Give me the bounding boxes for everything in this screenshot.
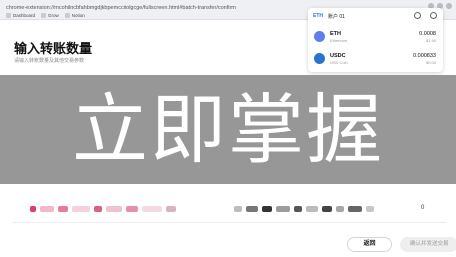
redacted-block [306,206,318,212]
token-symbol: ETH [330,31,341,37]
token-symbol: USDC [330,53,346,59]
wallet-header: ETH 账户 01 [308,8,443,24]
token-amount: 0.000833 [413,53,436,59]
redacted-block [142,206,162,212]
redacted-block [294,206,302,212]
bookmark-item[interactable]: Grow [41,12,59,18]
token-amount: 0.0008 [419,31,436,37]
token-name: Ethereum [330,38,348,43]
bookmark-icon [64,12,70,18]
network-selector[interactable]: ETH [313,13,323,19]
link-icon[interactable] [430,12,437,19]
profile-icon[interactable] [446,3,452,9]
token-row-usdc[interactable]: USDC USD Coin 0.000833 $0.00 [312,49,439,69]
redacted-block [336,206,344,212]
redacted-block [166,206,176,212]
redacted-block [348,206,362,212]
overlay-banner: 立即掌握 [0,75,456,184]
redacted-block [40,206,54,212]
redacted-block [30,206,36,212]
bookmark-icon [6,12,11,18]
redacted-block [126,206,138,212]
wallet-popup: ETH 账户 01 ETH Ethereum 0.0008 $1.90 USDC… [308,8,443,72]
token-usd-value: $0.00 [425,60,436,65]
table-row [20,204,430,214]
redacted-block [276,206,290,212]
redacted-block [234,206,242,212]
redacted-block [322,206,332,212]
bookmark-item[interactable]: Notion [64,12,85,18]
back-button[interactable]: 返回 [347,237,392,252]
token-usd-value: $1.90 [425,38,436,43]
token-row-eth[interactable]: ETH Ethereum 0.0008 $1.90 [312,27,439,47]
page-subtitle: 请输入转账数量及其他交易参数 [14,58,85,64]
row-divider [12,222,446,223]
row-amount-value: 0 [421,205,425,211]
redacted-block [58,206,68,212]
wallet-header-icons [414,12,437,19]
redacted-block [94,206,102,212]
token-name: USD Coin [330,60,348,65]
account-selector[interactable]: 账户 01 [328,13,345,20]
confirm-send-button[interactable]: 确认并发送交易 [400,237,456,252]
redacted-block [262,206,272,212]
redacted-block [106,206,122,212]
redacted-block [72,206,90,212]
redacted-block [246,206,258,212]
settings-icon[interactable] [414,12,421,19]
page-title: 输入转账数量 [14,41,93,56]
bookmark-item[interactable]: Dashboard [6,12,35,18]
usdc-icon [314,53,325,64]
bookmark-icon [41,12,47,18]
eth-icon [314,31,325,42]
redacted-block [366,206,374,212]
overlay-text: 立即掌握 [72,84,384,174]
